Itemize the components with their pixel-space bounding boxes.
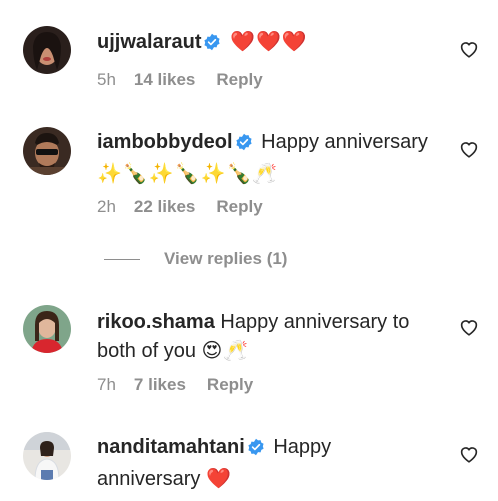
avatar-nanditamahtani[interactable] bbox=[23, 432, 71, 480]
comment-body: rikoo.shama Happy anniversary to both of… bbox=[97, 308, 447, 366]
heart-outline-icon[interactable] bbox=[459, 318, 479, 336]
comment-text-line1: Happy anniversary to bbox=[220, 311, 410, 333]
comment-username[interactable]: rikoo.shama bbox=[97, 311, 215, 333]
comment-time: 2h bbox=[97, 197, 116, 216]
comment-list: ujjwalaraut ❤️❤️❤️ 5h 14 likes Reply iam… bbox=[0, 0, 498, 501]
comment-meta: 2h 22 likes Reply bbox=[97, 197, 263, 217]
comment-time: 7h bbox=[97, 375, 116, 394]
comment-text-line2: anniversary bbox=[97, 468, 201, 490]
verified-badge-icon bbox=[235, 131, 253, 160]
avatar-ujjwalaraut[interactable] bbox=[23, 26, 71, 74]
reply-button[interactable]: Reply bbox=[207, 375, 253, 395]
verified-badge-icon bbox=[247, 436, 265, 465]
comment-likes[interactable]: 14 likes bbox=[134, 70, 195, 90]
comment-meta: 5h 14 likes Reply bbox=[97, 70, 263, 90]
reply-button[interactable]: Reply bbox=[216, 197, 262, 217]
view-replies-label: View replies (1) bbox=[164, 249, 288, 268]
comment-body: ujjwalaraut ❤️❤️❤️ bbox=[97, 28, 447, 60]
comment-time: 5h bbox=[97, 70, 116, 89]
comment-likes[interactable]: 7 likes bbox=[134, 375, 186, 395]
avatar-iambobbydeol[interactable] bbox=[23, 127, 71, 175]
comment-username[interactable]: iambobbydeol bbox=[97, 131, 233, 153]
comment-likes[interactable]: 22 likes bbox=[134, 197, 195, 217]
comment-body: nanditamahtani Happy anniversary ❤️ bbox=[97, 433, 447, 494]
comment-username[interactable]: nanditamahtani bbox=[97, 436, 245, 458]
heart-outline-icon[interactable] bbox=[459, 140, 479, 158]
heart-outline-icon[interactable] bbox=[459, 40, 479, 58]
comment-body: iambobbydeol Happy anniversary ✨🍾✨🍾✨🍾🥂 bbox=[97, 128, 447, 189]
comment-username[interactable]: ujjwalaraut bbox=[97, 31, 201, 53]
comment-emojis: ✨🍾✨🍾✨🍾🥂 bbox=[97, 163, 279, 185]
comment-meta: 7h 7 likes Reply bbox=[97, 375, 253, 395]
heart-outline-icon[interactable] bbox=[459, 445, 479, 463]
reply-button[interactable]: Reply bbox=[216, 70, 262, 90]
avatar-rikoo-shama[interactable] bbox=[23, 305, 71, 353]
divider-line bbox=[104, 258, 140, 260]
comment-emojis: ❤️ bbox=[205, 468, 232, 490]
comment-text-line1: Happy bbox=[273, 436, 332, 458]
view-replies-button[interactable]: View replies (1) bbox=[104, 249, 287, 269]
verified-badge-icon bbox=[203, 31, 221, 60]
comment-emojis: 😍🥂 bbox=[201, 340, 250, 362]
comment-text-line2: both of you bbox=[97, 340, 196, 362]
comment-emojis: ❤️❤️❤️ bbox=[230, 31, 308, 53]
comment-text: Happy anniversary bbox=[261, 131, 428, 153]
